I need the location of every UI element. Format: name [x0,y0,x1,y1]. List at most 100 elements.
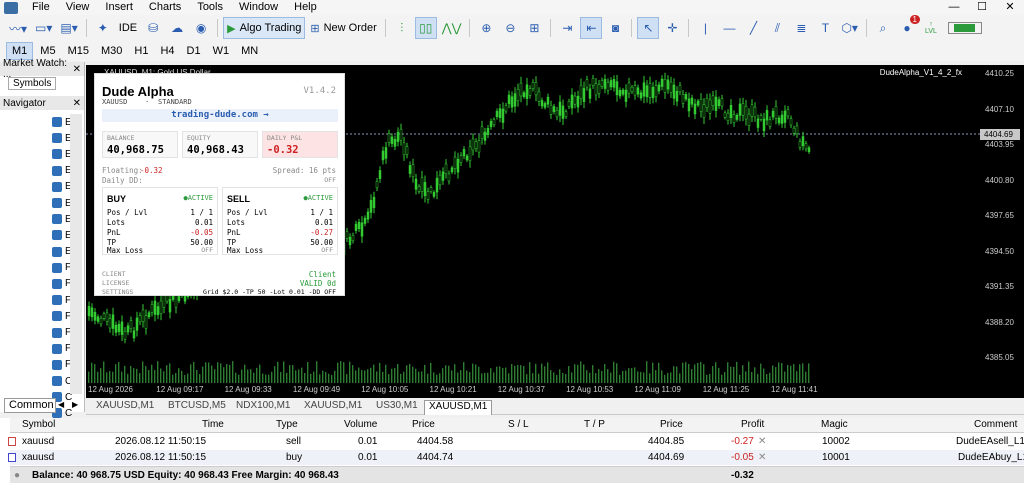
sell-lots-label: Lots [227,218,246,227]
menu-file[interactable]: File [24,0,58,15]
zoom-in-icon[interactable]: ⊕ [475,17,497,39]
cell-magic: 10001 [822,452,850,463]
chart-tab-3[interactable]: NDX100,M1 [232,400,294,411]
chart-type-icon[interactable]: 〰▾ [6,17,30,39]
menu-help[interactable]: Help [286,0,325,15]
chart-tab-2[interactable]: BTCUSD,M5 [164,400,230,411]
candle-body [609,80,613,88]
symbols-tab[interactable]: Symbols [8,77,57,90]
close-position-icon[interactable]: ✕ [758,452,766,463]
volume-bar [700,361,702,383]
time-tick-label: 12 Aug 11:41 [771,385,818,394]
cloud-icon[interactable]: ☁ [166,17,188,39]
ea-website-link[interactable]: trading-dude.com → [102,109,338,122]
volume-bar [88,371,90,383]
sell-position-icon [8,437,16,446]
crosshair-icon[interactable]: ✛ [661,17,683,39]
col-profit[interactable]: Profit [741,419,764,430]
col-tp[interactable]: T / P [584,419,605,430]
col-current-price[interactable]: Price [660,419,683,430]
bar-chart-icon[interactable]: ⫶ [391,17,413,39]
col-time[interactable]: Time [202,419,224,430]
shapes-icon[interactable]: ⬡▾ [838,17,861,39]
volume-bar [745,371,747,383]
chart-shift-icon[interactable]: ⇤ [580,17,603,39]
new-order-button[interactable]: ⊞ New Order [307,17,379,39]
tf-m15[interactable]: M15 [63,43,94,59]
candle-body [174,294,178,308]
fibo-icon[interactable]: ≣ [790,17,812,39]
col-magic[interactable]: Magic [821,419,848,430]
col-comment[interactable]: Comment [974,419,1017,430]
signal-icon[interactable]: ◉ [190,17,212,39]
col-price[interactable]: Price [412,419,435,430]
col-volume[interactable]: Volume [344,419,377,430]
tf-m5[interactable]: M5 [35,43,60,59]
volume-bar [631,368,633,383]
ide-button[interactable]: IDE [116,17,140,39]
tile-windows-icon[interactable]: ⊞ [523,17,545,39]
menu-insert[interactable]: Insert [97,0,141,15]
volume-bar [121,371,123,383]
horizontal-line-icon[interactable]: — [718,17,740,39]
volume-bar [178,368,180,383]
line-chart-icon[interactable]: ⋀⋁ [439,17,465,39]
templates-icon[interactable]: ▭▾ [32,17,55,39]
candle-body [426,191,430,200]
channel-icon[interactable]: ⫽ [766,17,788,39]
cell-time: 2026.08.12 11:50:15 [115,436,207,447]
volume-bar [367,369,369,383]
tab-scroll-left-icon[interactable]: ◀ [58,400,64,409]
trendline-icon[interactable]: ╱ [742,17,764,39]
tf-d1[interactable]: D1 [182,43,206,59]
menu-tools[interactable]: Tools [189,0,231,15]
tf-mn[interactable]: MN [236,43,263,59]
screenshot-icon[interactable]: ◙ [604,17,626,39]
common-tab[interactable]: Common [4,398,56,413]
navigator-scrollbar[interactable] [70,114,82,394]
menu-charts[interactable]: Charts [141,0,189,15]
autoscroll-icon[interactable]: ⇥ [556,17,578,39]
col-sl[interactable]: S / L [508,419,529,430]
table-row[interactable]: xauusd 2026.08.12 11:50:15 buy 0.01 4404… [8,450,1024,465]
menu-view[interactable]: View [58,0,98,15]
sell-pnl-label: PnL [227,228,241,237]
text-tool-icon[interactable]: T [814,17,836,39]
maximize-button[interactable]: ☐ [968,0,996,15]
candle-body [777,117,781,124]
candle-body [117,323,121,332]
col-symbol[interactable]: Symbol [22,419,55,430]
chart-tab-6[interactable]: XAUUSD,M1 [424,400,493,415]
vertical-line-icon[interactable]: | [694,17,716,39]
search-icon[interactable]: ⌕ [872,17,894,39]
tf-h4[interactable]: H4 [155,43,179,59]
zoom-out-icon[interactable]: ⊖ [499,17,521,39]
profiles-icon[interactable]: ▤▾ [57,17,80,39]
notifications-icon[interactable]: ● 1 [896,15,920,39]
tf-h1[interactable]: H1 [129,43,153,59]
tf-m30[interactable]: M30 [96,43,127,59]
col-type[interactable]: Type [276,419,298,430]
strategy-icon[interactable]: ✦ [92,17,114,39]
table-row[interactable]: xauusd 2026.08.12 11:50:15 sell 0.01 440… [8,434,1024,449]
close-button[interactable]: ✕ [996,0,1024,15]
close-position-icon[interactable]: ✕ [758,436,766,447]
cursor-icon[interactable]: ↖ [637,17,660,39]
volume-bar [499,366,501,383]
tf-w1[interactable]: W1 [208,43,235,59]
chart-tab-5[interactable]: US30,M1 [372,400,422,411]
menu-window[interactable]: Window [231,0,286,15]
tab-scroll-right-icon[interactable]: ▶ [72,400,78,409]
algo-trading-label: Algo Trading [239,22,302,34]
candlestick-icon[interactable]: ▯▯ [414,17,437,39]
close-icon[interactable]: ✕ [73,64,81,75]
minimize-button[interactable]: — [940,0,968,15]
volume-bar [634,367,636,383]
close-icon[interactable]: ✕ [73,98,81,109]
volume-bar [748,361,750,383]
database-icon[interactable]: ⛁ [142,17,164,39]
candle-body [798,141,802,148]
chart-tab-1[interactable]: XAUUSD,M1 [92,400,158,411]
algo-trading-button[interactable]: ▶ Algo Trading [223,17,306,39]
chart-tab-4[interactable]: XAUUSD,M1 [300,400,366,411]
